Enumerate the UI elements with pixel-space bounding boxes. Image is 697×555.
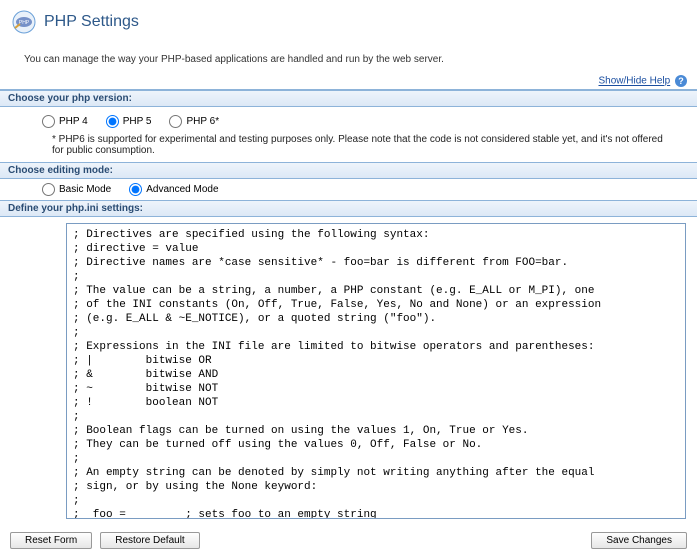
php-logo-icon: PHP [12, 10, 36, 34]
basic-mode-radio[interactable] [42, 183, 55, 196]
php4-option[interactable]: PHP 4 [42, 115, 88, 128]
advanced-mode-label: Advanced Mode [146, 184, 218, 195]
php-version-heading: Choose your php version: [0, 90, 697, 107]
php5-label: PHP 5 [123, 116, 152, 127]
php5-radio[interactable] [106, 115, 119, 128]
reset-form-button[interactable]: Reset Form [10, 532, 92, 549]
phpini-editor[interactable] [66, 223, 686, 519]
php-version-options: PHP 4 PHP 5 PHP 6* [20, 113, 677, 134]
help-icon[interactable]: ? [675, 75, 687, 87]
button-row: Reset Form Restore Default Save Changes [0, 526, 697, 555]
php6-label: PHP 6* [186, 116, 219, 127]
basic-mode-label: Basic Mode [59, 184, 111, 195]
save-changes-button[interactable]: Save Changes [591, 532, 687, 549]
php6-note: * PHP6 is supported for experimental and… [20, 134, 677, 156]
php5-option[interactable]: PHP 5 [106, 115, 152, 128]
php4-radio[interactable] [42, 115, 55, 128]
page-header: PHP PHP Settings [0, 0, 697, 40]
edit-mode-options: Basic Mode Advanced Mode [0, 179, 697, 200]
help-row: Show/Hide Help ? [0, 71, 697, 90]
svg-text:PHP: PHP [19, 20, 30, 26]
php4-label: PHP 4 [59, 116, 88, 127]
advanced-mode-radio[interactable] [129, 183, 142, 196]
restore-default-button[interactable]: Restore Default [100, 532, 199, 549]
editor-wrap [0, 217, 697, 526]
intro-text: You can manage the way your PHP-based ap… [0, 40, 697, 71]
basic-mode-option[interactable]: Basic Mode [42, 183, 111, 196]
edit-mode-heading: Choose editing mode: [0, 162, 697, 179]
php-version-body: PHP 4 PHP 5 PHP 6* * PHP6 is supported f… [0, 107, 697, 162]
advanced-mode-option[interactable]: Advanced Mode [129, 183, 218, 196]
page-title: PHP Settings [44, 13, 139, 31]
show-hide-help-link[interactable]: Show/Hide Help [599, 76, 671, 87]
php6-radio[interactable] [169, 115, 182, 128]
phpini-heading: Define your php.ini settings: [0, 200, 697, 217]
php6-option[interactable]: PHP 6* [169, 115, 219, 128]
spacer [208, 532, 584, 549]
